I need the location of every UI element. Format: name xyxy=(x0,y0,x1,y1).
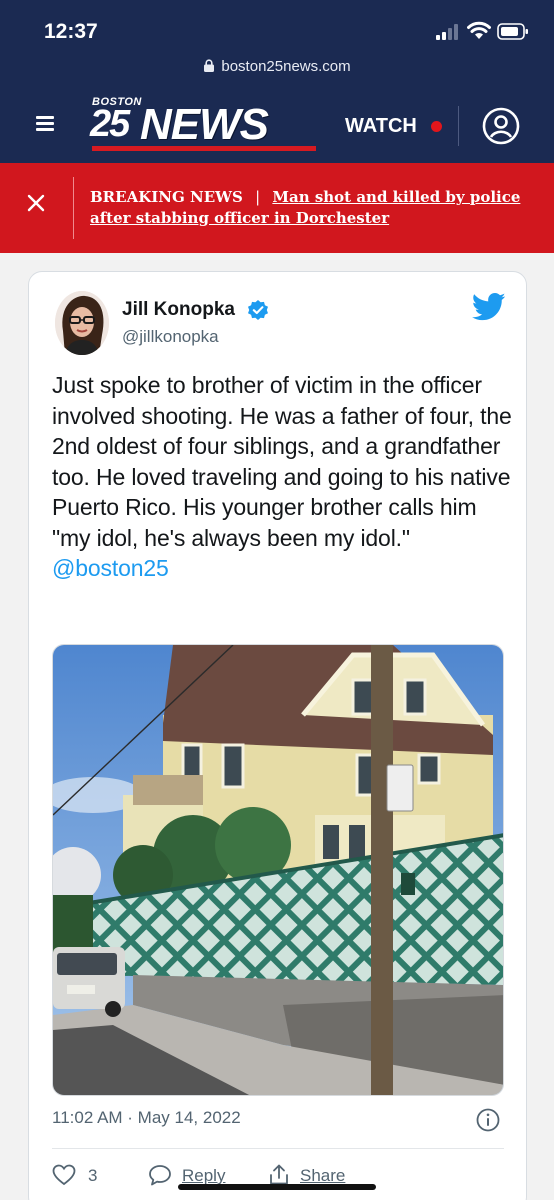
logo-news-text: NEWS xyxy=(140,100,269,149)
site-header: 12:37 boston25news.com BOSTON 25 NEWS WA… xyxy=(0,0,554,163)
url-text: boston25news.com xyxy=(221,58,351,75)
reply-label: Reply xyxy=(182,1166,226,1185)
breaking-text: BREAKING NEWS | Man shot and killed by p… xyxy=(90,187,546,229)
wifi-icon xyxy=(467,21,491,39)
tweet-card[interactable]: Jill Konopka @jillkonopka Just spoke to … xyxy=(28,271,527,1200)
account-icon[interactable] xyxy=(482,107,520,145)
tweet-body: Just spoke to brother of victim in the o… xyxy=(52,372,512,551)
tweet-timestamp[interactable]: 11:02 AM · May 14, 2022 xyxy=(52,1108,241,1128)
close-icon[interactable] xyxy=(26,193,46,213)
share-label: Share xyxy=(300,1166,346,1185)
reply-bubble-icon xyxy=(149,1165,171,1186)
twitter-bird-icon[interactable] xyxy=(472,292,506,322)
breaking-label: BREAKING NEWS xyxy=(90,188,243,206)
tweet-handle[interactable]: @jillkonopka xyxy=(122,327,219,347)
verified-badge-icon xyxy=(248,300,268,320)
breaking-news-banner: BREAKING NEWS | Man shot and killed by p… xyxy=(0,163,554,253)
battery-icon xyxy=(497,23,528,40)
tweet-divider xyxy=(52,1148,504,1149)
logo-number: 25 xyxy=(90,103,130,145)
tweet-text: Just spoke to brother of victim in the o… xyxy=(52,370,518,584)
address-bar[interactable]: boston25news.com xyxy=(0,58,554,75)
lock-icon xyxy=(204,59,215,72)
logo-red-bar xyxy=(92,146,316,151)
signal-icon xyxy=(436,24,458,40)
banner-divider xyxy=(73,177,74,239)
like-count: 3 xyxy=(88,1166,98,1185)
tweet-author-name[interactable]: Jill Konopka xyxy=(122,299,235,321)
live-dot-icon xyxy=(431,121,442,132)
home-indicator[interactable] xyxy=(178,1184,376,1190)
mention-link[interactable]: @boston25 xyxy=(52,555,169,581)
breaking-separator: | xyxy=(255,188,261,206)
status-time: 12:37 xyxy=(44,20,98,43)
header-divider xyxy=(458,106,459,146)
tweet-photo[interactable] xyxy=(52,644,504,1096)
watch-button[interactable]: WATCH xyxy=(345,115,417,138)
hamburger-menu-icon[interactable] xyxy=(36,116,54,132)
share-icon xyxy=(270,1164,288,1185)
status-bar: 12:37 xyxy=(0,0,554,54)
info-icon[interactable] xyxy=(476,1108,500,1132)
boston25-news-logo[interactable]: BOSTON 25 NEWS xyxy=(90,96,316,154)
heart-icon xyxy=(52,1164,76,1186)
avatar[interactable] xyxy=(55,291,109,355)
